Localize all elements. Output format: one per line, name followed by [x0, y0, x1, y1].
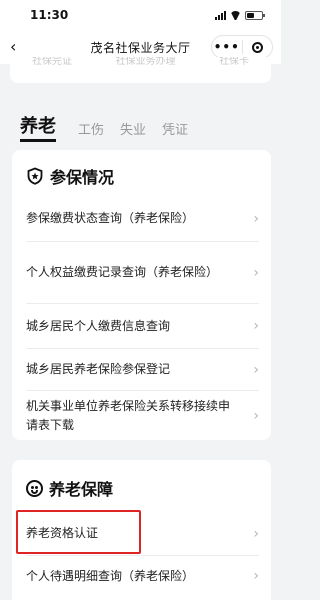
tab-unemployment[interactable]: 失业 — [120, 119, 146, 138]
battery-icon — [245, 10, 265, 20]
status-icons — [215, 10, 265, 20]
signal-icon — [215, 10, 226, 20]
list-item-label: 个人权益缴费记录查询（养老保险） — [26, 265, 219, 279]
tab-work-injury[interactable]: 工伤 — [78, 119, 104, 138]
list-item-pension-qualification[interactable]: 养老资格认证 › — [26, 512, 259, 556]
list-item[interactable]: 机关事业单位养老保险关系转移接续申请表下载 › — [26, 391, 259, 440]
list-item[interactable]: 城乡居民个人缴费信息查询 › — [26, 304, 259, 349]
chevron-right-icon: › — [253, 525, 259, 542]
sad-face-icon — [26, 479, 43, 497]
section-header: 参保情况 — [26, 164, 114, 188]
quick-service-item[interactable]: 社保完证 — [32, 57, 72, 67]
list-item[interactable]: 参保缴费状态查询（养老保险） › — [26, 196, 259, 242]
section-header: 养老保障 — [26, 476, 113, 500]
quick-service-card: 社保完证 社保业务办理 社保卡 — [10, 57, 271, 83]
quick-service-item[interactable]: 社保业务办理 — [116, 57, 176, 67]
shield-icon — [27, 167, 43, 185]
list-item[interactable]: 个人待遇明细查询（养老保险） › — [26, 556, 259, 596]
list-item-label: 参保缴费状态查询（养老保险） — [26, 211, 195, 225]
list-item-label: 养老资格认证 — [26, 526, 99, 540]
quick-service-item[interactable]: 社保卡 — [219, 57, 249, 67]
category-tabs: 养老 工伤 失业 凭证 — [20, 112, 204, 142]
list-item-label: 机关事业单位养老保险关系转移接续申请表下载 — [26, 398, 231, 432]
status-time: 11:30 — [30, 8, 69, 22]
list-item[interactable]: 个人权益缴费记录查询（养老保险） › — [26, 242, 259, 304]
tab-pension[interactable]: 养老 — [20, 112, 56, 142]
status-bar: 11:30 — [0, 0, 281, 30]
list-item-label: 城乡居民个人缴费信息查询 — [26, 318, 171, 333]
more-icon[interactable]: ••• — [212, 41, 242, 53]
chevron-right-icon: › — [253, 264, 259, 281]
chevron-right-icon: › — [253, 361, 259, 378]
wifi-icon — [230, 11, 241, 20]
list-item-label: 城乡居民养老保险参保登记 — [26, 362, 171, 376]
list-item-label: 个人待遇明细查询（养老保险） — [26, 568, 195, 583]
quick-service-labels: 社保完证 社保业务办理 社保卡 — [10, 57, 271, 67]
chevron-right-icon: › — [253, 318, 259, 334]
pension-benefits-section: 养老保障 养老资格认证 › 个人待遇明细查询（养老保险） › — [12, 460, 271, 600]
target-circle-icon — [251, 41, 263, 53]
tab-certificate[interactable]: 凭证 — [162, 119, 188, 138]
chevron-right-icon: › — [253, 210, 259, 227]
mini-program-capsule: ••• — [211, 35, 273, 59]
section-title: 养老保障 — [49, 480, 114, 499]
insurance-status-section: 参保情况 参保缴费状态查询（养老保险） › 个人权益缴费记录查询（养老保险） ›… — [12, 150, 271, 440]
chevron-right-icon: › — [253, 407, 259, 424]
chevron-right-icon: › — [253, 568, 259, 584]
section-title: 参保情况 — [50, 168, 115, 187]
close-program-button[interactable] — [243, 41, 273, 53]
list-item[interactable]: 城乡居民养老保险参保登记 › — [26, 349, 259, 391]
